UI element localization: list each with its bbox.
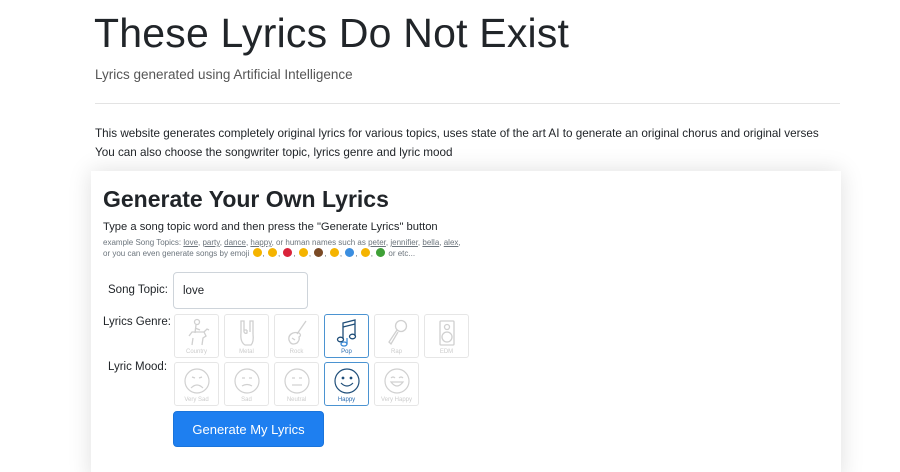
emoji-link[interactable] [283, 248, 293, 257]
generator-card: Generate Your Own Lyrics Type a song top… [91, 171, 841, 472]
genre-option-edm[interactable]: EDM [424, 314, 469, 358]
speaker-icon [438, 320, 455, 346]
emoji-link[interactable] [314, 248, 324, 257]
genre-options: Country Metal Rock Pop Rap EDM [174, 314, 469, 358]
intro-line-1: This website generates completely origin… [95, 127, 819, 140]
emoji-link[interactable] [329, 248, 339, 257]
genre-option-rap[interactable]: Rap [374, 314, 419, 358]
rock-hand-icon [239, 320, 254, 346]
mood-option-label: Very Happy [380, 397, 413, 403]
example-link-party[interactable]: party [202, 238, 219, 247]
genre-option-rock[interactable]: Rock [274, 314, 319, 358]
generate-lyrics-button[interactable]: Generate My Lyrics [173, 411, 324, 447]
example-link-dance[interactable]: dance [224, 238, 246, 247]
song-topic-input[interactable] [173, 272, 308, 309]
mood-option-very-sad[interactable]: Very Sad [174, 362, 219, 406]
very-sad-face-icon [183, 368, 210, 394]
lyric-mood-label: Lyric Mood: [108, 361, 168, 373]
genre-option-label: Country [185, 349, 207, 355]
happy-face-icon [333, 368, 360, 394]
examples-middle: , or human names such as [271, 238, 369, 247]
genre-option-label: EDM [439, 349, 454, 355]
very-happy-face-icon [383, 368, 410, 394]
examples-emoji-prefix: or you can even generate songs by emoji [103, 249, 252, 258]
mood-option-happy[interactable]: Happy [324, 362, 369, 406]
mood-option-neutral[interactable]: Neutral [274, 362, 319, 406]
genre-option-country[interactable]: Country [174, 314, 219, 358]
example-link-happy[interactable]: happy [250, 238, 271, 247]
mood-option-label: Neutral [286, 397, 307, 403]
mood-option-sad[interactable]: Sad [224, 362, 269, 406]
examples-prefix: example Song Topics: [103, 238, 184, 247]
mood-option-label: Sad [241, 397, 252, 403]
emoji-link[interactable] [360, 248, 370, 257]
example-topics-line-2: or you can even generate songs by emoji … [103, 248, 461, 259]
example-link-love[interactable]: love [183, 238, 198, 247]
music-notes-icon [336, 319, 356, 347]
sad-face-icon [233, 368, 260, 394]
emoji-link[interactable] [268, 248, 277, 257]
examples-emoji-suffix: or etc... [386, 249, 416, 258]
example-topics: example Song Topics: love, party, dance,… [103, 238, 461, 259]
mood-option-label: Happy [337, 397, 356, 403]
mood-option-very-happy[interactable]: Very Happy [374, 362, 419, 406]
neutral-face-icon [283, 368, 310, 394]
genre-option-label: Rap [390, 349, 402, 355]
horse-rider-icon [187, 318, 209, 346]
genre-option-label: Metal [239, 349, 254, 355]
intro-text: This website generates completely origin… [95, 124, 819, 162]
mood-option-label: Very Sad [184, 397, 209, 403]
genre-option-pop[interactable]: Pop [324, 314, 369, 358]
genre-option-label: Rock [289, 349, 304, 355]
emoji-link[interactable] [345, 248, 355, 257]
electric-guitar-icon [287, 320, 307, 345]
page-title: These Lyrics Do Not Exist [94, 10, 570, 56]
intro-line-2: You can also choose the songwriter topic… [95, 146, 453, 159]
genre-option-metal[interactable]: Metal [224, 314, 269, 358]
page-subtitle: Lyrics generated using Artificial Intell… [95, 67, 353, 82]
emoji-list: , , , , , , , , [252, 248, 387, 258]
emoji-link[interactable] [252, 248, 262, 257]
emoji-link[interactable] [376, 248, 386, 257]
genre-option-label: Pop [341, 349, 352, 355]
lyrics-genre-label: Lyrics Genre: [103, 316, 171, 328]
mood-options: Very Sad Sad Neutral Happy Very Happy [174, 362, 419, 406]
example-link-peter[interactable]: peter [368, 238, 386, 247]
divider [95, 103, 840, 104]
microphone-icon [387, 319, 407, 346]
example-topics-line-1: example Song Topics: love, party, dance,… [103, 238, 461, 247]
emoji-link[interactable] [298, 248, 308, 257]
example-link-alex[interactable]: alex [444, 238, 459, 247]
generator-description: Type a song topic word and then press th… [103, 221, 438, 233]
generator-title: Generate Your Own Lyrics [103, 186, 389, 212]
example-link-jennifier[interactable]: jennifier [390, 238, 418, 247]
song-topic-label: Song Topic: [108, 284, 168, 296]
example-link-bella[interactable]: bella [422, 238, 439, 247]
